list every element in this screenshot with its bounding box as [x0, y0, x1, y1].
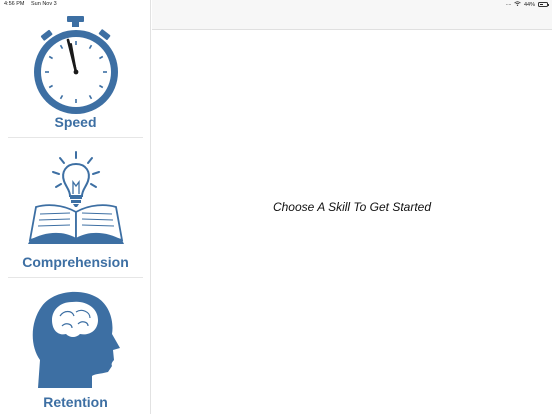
head-brain-icon [32, 291, 120, 388]
status-date: Sun Nov 3 [31, 1, 57, 7]
signal-dots-icon: ···· [505, 1, 512, 8]
skill-comprehension[interactable]: Comprehension [0, 138, 151, 276]
skill-comprehension-label: Comprehension [22, 254, 129, 270]
battery-percent: 44% [523, 1, 535, 8]
empty-state-prompt: Choose A Skill To Get Started [272, 200, 432, 214]
battery-icon [538, 2, 549, 7]
skills-sidebar: Speed Comprehension Retention [0, 0, 151, 414]
skill-retention[interactable]: Retention [0, 278, 151, 414]
wifi-icon [514, 1, 521, 8]
skill-speed[interactable]: Speed [0, 0, 151, 136]
lightbulb-book-icon [28, 151, 124, 244]
stopwatch-icon [34, 16, 118, 114]
skill-speed-label: Speed [54, 114, 97, 130]
status-bar: 4:56 PM Sun Nov 3 ···· 44% [0, 0, 552, 12]
skill-retention-label: Retention [43, 394, 108, 410]
detail-pane: Choose A Skill To Get Started [152, 30, 552, 414]
status-time: 4:56 PM [4, 1, 25, 7]
